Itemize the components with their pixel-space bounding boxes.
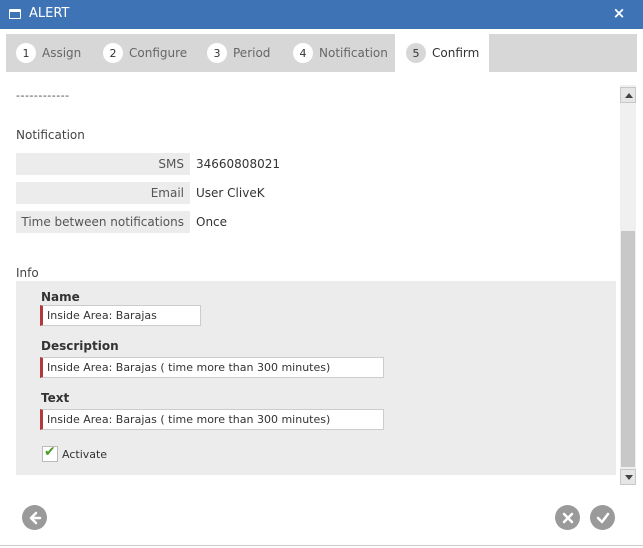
- notification-row-sms: SMS 34660808021: [16, 153, 476, 175]
- back-button[interactable]: [22, 505, 47, 530]
- tab-label: Assign: [42, 46, 82, 60]
- footer-divider: [0, 545, 643, 546]
- description-label: Description: [41, 339, 119, 353]
- description-input[interactable]: [40, 357, 384, 378]
- name-input[interactable]: [40, 305, 201, 326]
- notification-section-title: Notification: [16, 128, 85, 142]
- text-label: Text: [41, 391, 70, 405]
- scroll-up-button[interactable]: [620, 87, 636, 103]
- tab-assign[interactable]: 1 Assign: [16, 34, 81, 72]
- tab-confirm[interactable]: 5 Confirm: [395, 34, 489, 72]
- tab-number: 5: [406, 43, 426, 63]
- vertical-scrollbar[interactable]: [620, 85, 636, 485]
- cancel-x-icon: [562, 512, 573, 523]
- back-arrow-icon: [29, 511, 41, 524]
- chevron-down-icon: [625, 475, 633, 480]
- confirm-panel: ------------ Notification SMS 3466080802…: [0, 72, 620, 485]
- cancel-button[interactable]: [555, 505, 580, 530]
- chevron-up-icon: [625, 93, 633, 98]
- check-icon: ✔: [44, 444, 56, 460]
- tab-number: 4: [293, 43, 313, 63]
- scroll-down-button[interactable]: [620, 469, 636, 485]
- tab-notification[interactable]: 4 Notification: [293, 34, 388, 72]
- notification-row-interval: Time between notifications Once: [16, 211, 476, 233]
- activate-checkbox-row[interactable]: ✔ Activate: [42, 444, 108, 462]
- confirm-button[interactable]: [590, 505, 615, 530]
- notification-row-value: Once: [196, 215, 228, 229]
- activate-label: Activate: [62, 447, 108, 461]
- tab-configure[interactable]: 2 Configure: [103, 34, 187, 72]
- notification-row-value: 34660808021: [196, 157, 280, 171]
- text-input[interactable]: [40, 409, 384, 430]
- window-icon: [9, 9, 21, 19]
- tab-label: Period: [233, 46, 271, 60]
- window-title: ALERT: [29, 6, 70, 21]
- wizard-tabs: 1 Assign 2 Configure 3 Period 4 Notifica…: [6, 34, 637, 72]
- scroll-thumb[interactable]: [621, 231, 635, 467]
- notification-row-label: SMS: [16, 153, 190, 175]
- activate-checkbox[interactable]: ✔: [42, 444, 58, 462]
- tab-label: Confirm: [432, 46, 480, 60]
- close-icon[interactable]: ×: [610, 4, 628, 22]
- notification-row-value: User CliveK: [196, 186, 265, 200]
- notification-row-label: Email: [16, 182, 190, 204]
- notification-row-email: Email User CliveK: [16, 182, 476, 204]
- info-form: Name Description Text ✔ Activate: [16, 281, 616, 475]
- tab-label: Notification: [319, 46, 388, 60]
- separator-text: ------------: [16, 89, 70, 102]
- notification-row-label: Time between notifications: [16, 211, 190, 233]
- tab-number: 1: [16, 43, 36, 63]
- title-bar: ALERT ×: [0, 0, 643, 29]
- info-section-title: Info: [16, 266, 39, 280]
- tab-label: Configure: [129, 46, 188, 60]
- confirm-check-icon: [596, 512, 609, 523]
- tab-number: 3: [207, 43, 227, 63]
- name-label: Name: [41, 290, 80, 304]
- tab-period[interactable]: 3 Period: [207, 34, 270, 72]
- tab-number: 2: [103, 43, 123, 63]
